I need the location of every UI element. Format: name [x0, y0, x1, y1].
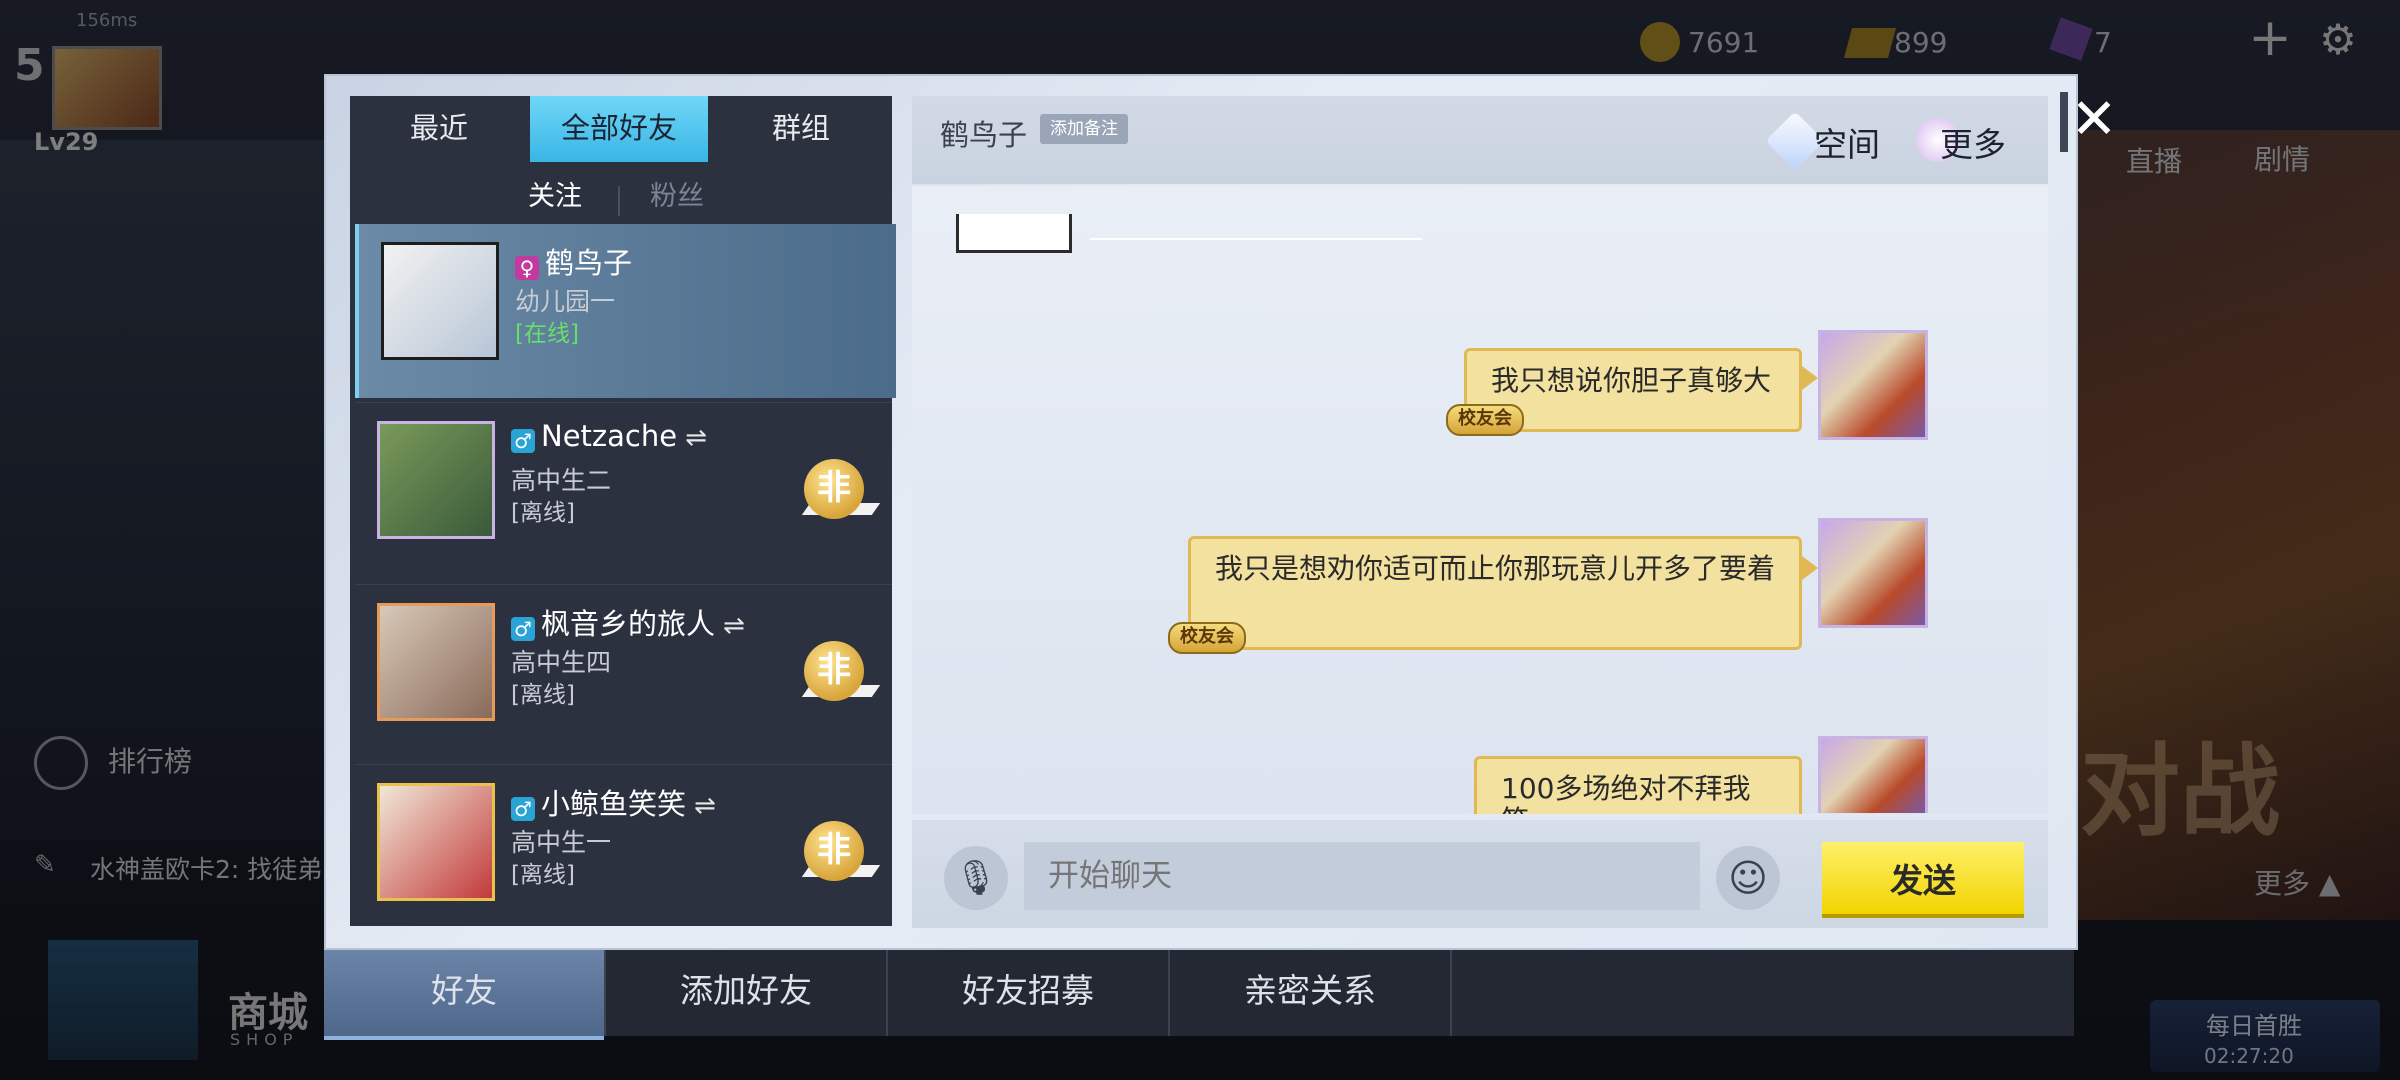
friend-avatar	[381, 242, 499, 360]
friend-item[interactable]: ♂ Netzache ⇌ 高中生二 [离线] 非	[355, 402, 892, 577]
subtab-divider	[618, 186, 620, 216]
friend-name-row: ♂ 枫音乡的旅人 ⇌	[511, 601, 745, 643]
bubble-tail	[1802, 556, 1818, 580]
tab-friend-recruit[interactable]: 好友招募	[888, 950, 1168, 1036]
message-bubble[interactable]: 我只是想劝你适可而止你那玩意儿开多了要着	[1188, 536, 1802, 650]
friend-name: 鹤鸟子	[545, 246, 633, 280]
friend-status: [在线]	[515, 321, 579, 347]
friend-subtabs: 关注 粉丝	[350, 174, 892, 230]
friend-name: Netzache	[541, 419, 678, 453]
male-icon: ♂	[511, 617, 535, 641]
friend-item[interactable]: ♀ 鹤鸟子 幼儿园一 [在线]	[355, 224, 896, 398]
message-text: 100多场绝对不拜我笑	[1501, 772, 1751, 815]
my-avatar[interactable]	[1818, 330, 1928, 440]
tab-recent[interactable]: 最近	[350, 96, 528, 162]
bubble-tail	[1802, 366, 1818, 390]
friend-grade: 高中生二	[511, 466, 612, 495]
female-icon: ♀	[515, 256, 539, 280]
close-button[interactable]: ✕	[2058, 90, 2130, 154]
mutual-follow-icon: ⇌	[685, 423, 707, 453]
non-badge-icon: 非	[804, 641, 864, 701]
bottom-tab-bar: 好友 添加好友 好友招募 亲密关系	[324, 950, 2074, 1040]
microphone-icon[interactable]: 🎙	[944, 846, 1008, 910]
friend-item[interactable]: ♂ 小鲸鱼笑笑 ⇌ 高中生一 [离线] 非	[355, 764, 892, 925]
space-button[interactable]: 空间	[1814, 118, 1880, 166]
chat-input[interactable]	[1024, 842, 1700, 910]
chat-more-button[interactable]: 更多	[1940, 118, 2006, 166]
tab-all-friends[interactable]: 全部好友	[530, 96, 708, 162]
friend-name: 枫音乡的旅人	[541, 607, 716, 641]
mutual-follow-icon: ⇌	[723, 611, 745, 641]
tab-friends[interactable]: 好友	[324, 950, 604, 1040]
friend-name-row: ♂ 小鲸鱼笑笑 ⇌	[511, 781, 716, 823]
friend-avatar	[377, 421, 495, 539]
friend-grade: 高中生一	[511, 828, 612, 857]
message-text: 我只是想劝你适可而止你那玩意儿开多了要着	[1215, 552, 1776, 585]
tab-divider	[1450, 950, 1452, 1036]
chat-contact-name: 鹤鸟子	[940, 118, 1028, 152]
friend-name: 小鲸鱼笑笑	[541, 787, 687, 821]
message-text: 我只想说你胆子真够大	[1491, 364, 1772, 397]
friend-tabs: 最近 全部好友 群组	[350, 96, 892, 162]
subtab-fans[interactable]: 粉丝	[650, 174, 704, 213]
friend-avatar	[377, 603, 495, 721]
previous-message-line	[1090, 238, 1422, 240]
male-icon: ♂	[511, 429, 535, 453]
tab-add-friend[interactable]: 添加好友	[606, 950, 886, 1036]
subtab-following[interactable]: 关注	[528, 174, 582, 213]
previous-image-message[interactable]	[956, 214, 1072, 253]
friend-grade: 幼儿园一	[515, 287, 616, 316]
alumni-tag: 校友会	[1168, 622, 1246, 654]
friend-item[interactable]: ♂ 枫音乡的旅人 ⇌ 高中生四 [离线] 非	[355, 584, 892, 759]
chat-history[interactable]	[912, 186, 2048, 814]
friend-status: [离线]	[511, 682, 575, 708]
add-remark-button[interactable]: 添加备注	[1040, 114, 1128, 144]
friend-grade: 高中生四	[511, 648, 612, 677]
message-bubble[interactable]: 100多场绝对不拜我笑	[1474, 756, 1802, 814]
male-icon: ♂	[511, 797, 535, 821]
friend-status: [离线]	[511, 862, 575, 888]
tab-intimacy[interactable]: 亲密关系	[1170, 950, 1450, 1036]
emoji-icon[interactable]: ☺	[1716, 846, 1780, 910]
my-avatar[interactable]	[1818, 736, 1928, 813]
alumni-tag: 校友会	[1446, 404, 1524, 436]
non-badge-icon: 非	[804, 459, 864, 519]
send-button[interactable]: 发送	[1822, 842, 2024, 914]
friend-name-row: ♂ Netzache ⇌	[511, 419, 707, 453]
my-avatar[interactable]	[1818, 518, 1928, 628]
tab-groups[interactable]: 群组	[712, 96, 890, 162]
friend-name-row: ♀ 鹤鸟子	[515, 240, 632, 282]
non-badge-icon: 非	[804, 821, 864, 881]
friend-status: [离线]	[511, 500, 575, 526]
friend-avatar	[377, 783, 495, 901]
mutual-follow-icon: ⇌	[694, 791, 716, 821]
